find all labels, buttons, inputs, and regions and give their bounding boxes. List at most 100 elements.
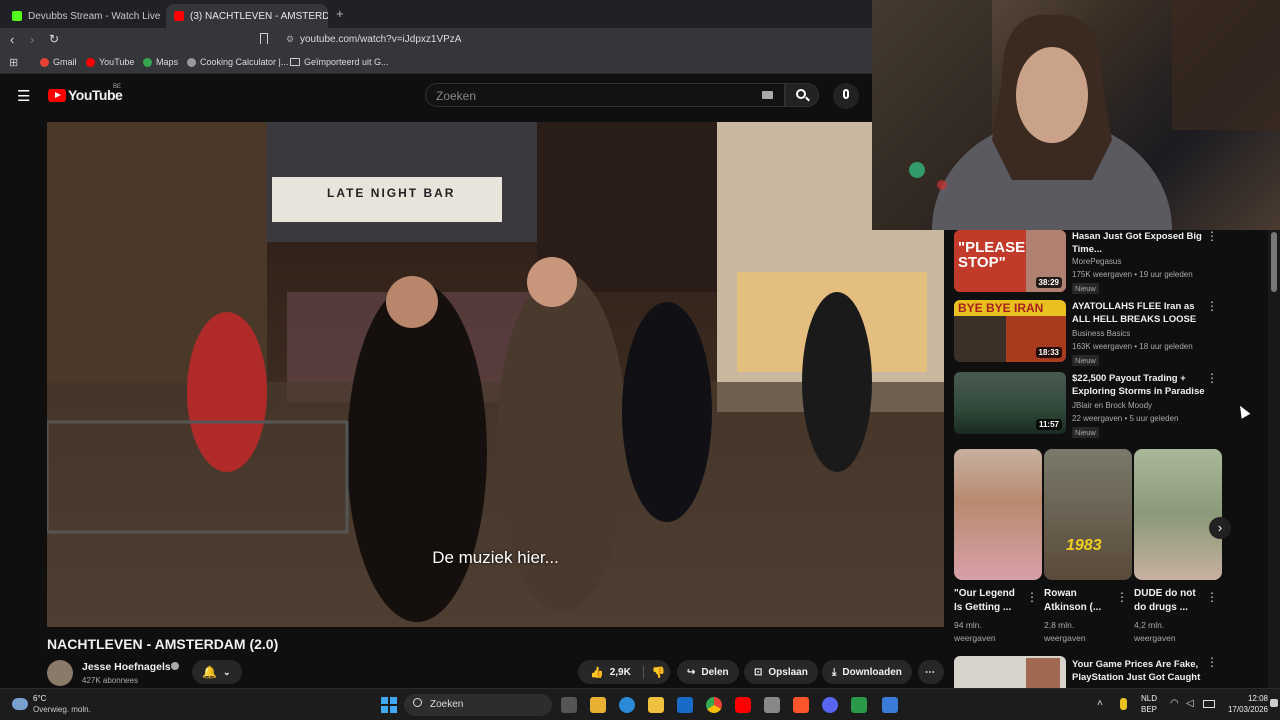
tab-devubbs[interactable]: Devubbs Stream - Watch Live on	[4, 4, 162, 28]
app-icon[interactable]	[882, 697, 898, 713]
more-options-icon[interactable]: ⋮	[1206, 372, 1218, 384]
more-options-icon[interactable]: ⋮	[1206, 230, 1218, 242]
notification-icon[interactable]	[1270, 699, 1278, 707]
thumbs-down-icon[interactable]: 👎	[642, 665, 666, 679]
video-channel[interactable]: Business Basics	[1072, 329, 1130, 338]
clock-date[interactable]: 17/03/2026	[1222, 705, 1268, 714]
new-tab-icon[interactable]: +	[336, 6, 344, 21]
taskbar: 6°C Overwieg. moln. Zoeken ˄ NLD BEP ◠ ◁…	[0, 688, 1280, 720]
short-thumbnail[interactable]: 1983	[1044, 449, 1132, 580]
calculator-icon[interactable]	[764, 697, 780, 713]
site-info-icon[interactable]: ⚙	[286, 34, 294, 45]
search-input[interactable]: Zoeken	[425, 83, 785, 107]
edge-icon[interactable]	[619, 697, 635, 713]
menu-icon[interactable]: ☰	[17, 87, 30, 105]
subscribed-button[interactable]: 🔔 ⌄	[192, 660, 242, 684]
search-button[interactable]	[785, 83, 819, 107]
weather-temp[interactable]: 6°C	[33, 694, 46, 703]
video-title[interactable]: Hasan Just Got Exposed Big Time...	[1072, 230, 1208, 256]
kick-icon	[12, 11, 22, 21]
scrollbar-thumb[interactable]	[1271, 232, 1277, 292]
apps-grid-icon[interactable]: ⊞	[9, 56, 18, 69]
taskbar-search[interactable]: Zoeken	[404, 694, 552, 716]
video-channel[interactable]: JBlair en Brock Moody	[1072, 401, 1152, 410]
save-button[interactable]: ⊡ Opslaan	[744, 660, 818, 684]
more-options-icon[interactable]: ⋮	[1206, 300, 1218, 312]
video-thumbnail[interactable]: 11:57	[954, 372, 1066, 434]
video-duration: 11:57	[1035, 419, 1062, 430]
sidebar-video[interactable]: Your Game Prices Are Fake, PlayStation J…	[954, 656, 1214, 688]
chevron-up-icon[interactable]: ˄	[1097, 698, 1103, 709]
weather-icon[interactable]	[12, 698, 28, 710]
language-code[interactable]: NLD	[1141, 694, 1157, 703]
video-title[interactable]: AYATOLLAHS FLEE Iran as ALL HELL BREAKS …	[1072, 300, 1208, 326]
channel-avatar[interactable]	[47, 660, 73, 686]
microphone-icon[interactable]	[1120, 698, 1127, 710]
channel-name[interactable]: Jesse Hoefnagels	[82, 661, 171, 673]
short-thumbnail[interactable]	[954, 449, 1042, 580]
thumbs-up-icon[interactable]: 👍	[590, 666, 604, 679]
sidebar-video[interactable]: BYE BYE IRAN 18:33 AYATOLLAHS FLEE Iran …	[954, 300, 1218, 366]
download-button[interactable]: ⤓ Downloaden	[822, 660, 912, 684]
reload-icon[interactable]: ↻	[49, 32, 59, 46]
forward-icon[interactable]: ›	[30, 32, 34, 47]
clock-time[interactable]: 12:08	[1222, 694, 1268, 703]
mouse-cursor-icon	[1235, 403, 1251, 419]
thumbnail-text: 1983	[1066, 537, 1102, 554]
youtube-logo-icon[interactable]	[48, 89, 66, 102]
video-title[interactable]: $22,500 Payout Trading + Exploring Storm…	[1072, 372, 1208, 398]
discord-icon[interactable]	[822, 697, 838, 713]
gmail-icon	[40, 57, 49, 67]
wifi-icon[interactable]: ◠	[1170, 698, 1179, 709]
youtube-app-icon[interactable]	[735, 697, 751, 713]
video-thumbnail[interactable]: "PLEASE STOP" 38:29	[954, 230, 1066, 292]
bookmark-youtube[interactable]: YouTube	[86, 57, 134, 67]
scrollbar[interactable]	[1268, 230, 1280, 688]
tab-youtube[interactable]: (3) NACHTLEVEN - AMSTERD ✕	[166, 4, 328, 28]
share-label: Delen	[701, 666, 729, 678]
store-icon[interactable]	[590, 697, 606, 713]
more-actions-button[interactable]: ⋯	[918, 660, 944, 684]
short-views: 4,2 mln. weergaven	[1134, 620, 1176, 643]
mail-icon[interactable]	[677, 697, 693, 713]
sidebar-video[interactable]: 11:57 $22,500 Payout Trading + Exploring…	[954, 372, 1218, 438]
keyboard-icon[interactable]	[762, 91, 773, 99]
keyboard-layout[interactable]: BEP	[1141, 705, 1157, 714]
folder-icon[interactable]	[648, 697, 664, 713]
volume-icon[interactable]: ◁	[1186, 698, 1194, 709]
bookmark-icon[interactable]	[260, 33, 268, 44]
more-options-icon[interactable]: ⋮	[1026, 590, 1038, 604]
video-thumbnail[interactable]: BYE BYE IRAN 18:33	[954, 300, 1066, 362]
url-text[interactable]: youtube.com/watch?v=iJdpxz1VPzA	[300, 34, 461, 45]
more-options-icon[interactable]: ⋮	[1206, 590, 1218, 604]
weather-desc[interactable]: Overwieg. moln.	[33, 705, 91, 714]
chrome-icon[interactable]	[706, 697, 722, 713]
windows-start-icon[interactable]	[381, 697, 397, 713]
app-icon[interactable]	[851, 697, 867, 713]
bookmark-folder[interactable]: Geïmporteerd uit G...	[290, 57, 389, 67]
shorts-next-button[interactable]: ›	[1209, 517, 1231, 539]
bookmark-maps[interactable]: Maps	[143, 57, 178, 67]
share-button[interactable]: ↪ Delen	[677, 660, 739, 684]
video-channel[interactable]: MorePegasus	[1072, 257, 1121, 266]
short-title[interactable]: DUDE do not do drugs ...	[1134, 587, 1204, 615]
like-count[interactable]: 2,9K	[610, 667, 631, 678]
battery-icon[interactable]	[1203, 700, 1215, 708]
video-thumbnail[interactable]	[954, 656, 1066, 688]
short-title[interactable]: Rowan Atkinson (...	[1044, 587, 1114, 615]
short-title[interactable]: "Our Legend Is Getting ...	[954, 587, 1024, 615]
more-options-icon[interactable]: ⋮	[1206, 656, 1214, 668]
task-view-icon[interactable]	[561, 697, 577, 713]
bookmark-label: Geïmporteerd uit G...	[304, 57, 389, 67]
sidebar-video[interactable]: "PLEASE STOP" 38:29 Hasan Just Got Expos…	[954, 230, 1218, 296]
bookmark-gmail[interactable]: Gmail	[40, 57, 77, 67]
short-thumbnail[interactable]	[1134, 449, 1222, 580]
back-icon[interactable]: ‹	[10, 32, 14, 47]
webcam-overlay	[872, 0, 1280, 230]
bookmark-cooking[interactable]: Cooking Calculator |...	[187, 57, 288, 67]
brave-icon[interactable]	[793, 697, 809, 713]
voice-search-button[interactable]	[833, 83, 859, 109]
video-player[interactable]: LATE NIGHT BAR De muziek hier...	[47, 122, 944, 627]
video-title[interactable]: Your Game Prices Are Fake, PlayStation J…	[1072, 658, 1208, 684]
more-options-icon[interactable]: ⋮	[1116, 590, 1128, 604]
